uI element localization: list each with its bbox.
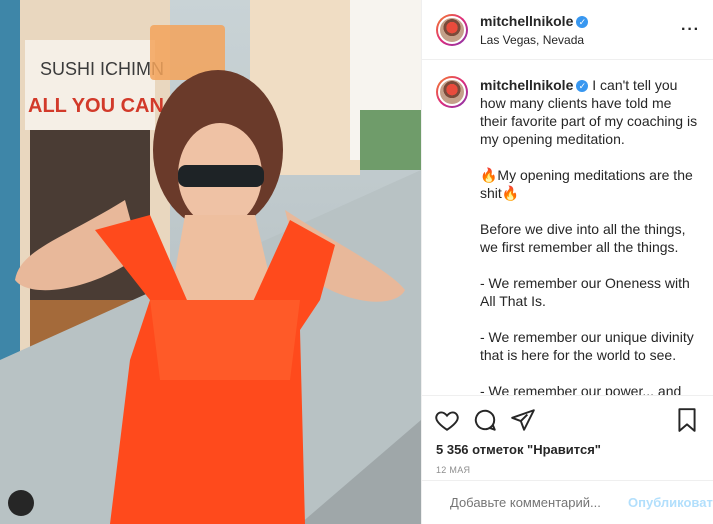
publish-button[interactable]: Опубликовать: [628, 495, 713, 510]
like-heart-icon[interactable]: [434, 407, 460, 433]
caption: mitchellnikole ✓ I can't tell you how man…: [422, 60, 713, 396]
username-link[interactable]: mitchellnikole: [480, 13, 573, 29]
sign-text-1: SUSHI ICHIMN: [40, 59, 164, 79]
avatar[interactable]: [436, 13, 468, 46]
verified-icon: ✓: [576, 15, 589, 28]
comment-input[interactable]: [448, 494, 628, 511]
post-sidebar: mitchellnikole ✓ Las Vegas, Nevada ··· mi…: [421, 0, 713, 524]
more-options-icon[interactable]: ···: [681, 21, 700, 39]
post-date[interactable]: 12 МАЯ: [422, 457, 713, 475]
photo-illustration: SUSHI ICHIMN ALL YOU CAN EAT: [0, 0, 421, 524]
likes-count[interactable]: 5 356 отметок "Нравится": [422, 436, 713, 457]
caption-verified-icon: ✓: [576, 80, 589, 92]
post-photo[interactable]: SUSHI ICHIMN ALL YOU CAN EAT: [0, 0, 421, 524]
post-header: mitchellnikole ✓ Las Vegas, Nevada ···: [422, 0, 713, 60]
comment-bar: Опубликовать: [422, 480, 713, 524]
caption-text: mitchellnikole ✓ I can't tell you how man…: [480, 76, 700, 396]
location-link[interactable]: Las Vegas, Nevada: [480, 33, 588, 47]
comment-icon[interactable]: [472, 407, 498, 433]
caption-username[interactable]: mitchellnikole: [480, 77, 573, 93]
caption-body: I can't tell you how many clients have t…: [480, 77, 698, 396]
bookmark-icon[interactable]: [674, 407, 700, 433]
share-icon[interactable]: [510, 407, 536, 433]
caption-avatar[interactable]: [436, 76, 468, 108]
tagged-user-icon[interactable]: [8, 490, 34, 516]
action-bar: [422, 396, 713, 436]
